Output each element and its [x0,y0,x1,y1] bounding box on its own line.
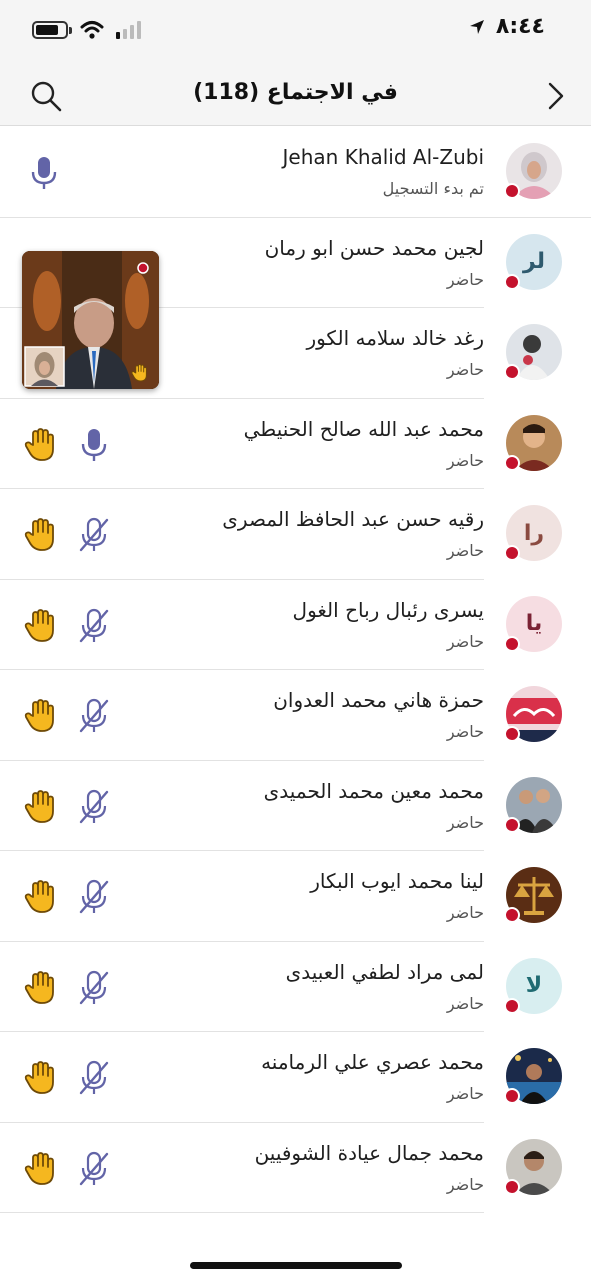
presence-indicator [504,273,520,290]
mic-off-icon[interactable] [78,517,110,553]
participant-row[interactable]: را رقيه حسن عبد الحافظ المصرى حاضر [0,489,591,580]
presence-indicator [504,1088,520,1104]
participant-name: محمد معين محمد الحميدى [263,778,484,803]
participant-row[interactable]: محمد جمال عيادة الشوفيين حاضر [0,1123,591,1213]
call-video-thumbnail[interactable] [22,251,159,389]
mic-off-icon[interactable] [78,698,110,734]
mic-off-icon[interactable] [78,879,110,915]
participant-name: رغد خالد سلامه الكور [306,326,484,350]
participant-status: حاضر [446,541,484,560]
raised-hand-icon [131,364,147,382]
presence-indicator [504,726,520,742]
participant-name: لجين محمد حسن ابو رمان [264,235,484,260]
microphone-icon[interactable] [28,155,60,191]
avatar-initials: را [523,520,545,546]
home-indicator[interactable] [190,1262,402,1269]
participant-status: حاضر [446,993,484,1013]
microphone-icon[interactable] [78,427,110,463]
divider [0,1212,484,1213]
status-bar: ٨:٤٤ [0,0,591,64]
participant-name: لمى مراد لطفي العبيدى [285,959,484,984]
participant-status: حاضر [446,631,484,651]
presence-indicator [504,183,520,199]
presence-indicator [504,364,520,380]
participant-name: رقيه حسن عبد الحافظ المصرى [222,507,484,531]
avatar-initials: يا [525,611,543,636]
participant-row[interactable]: لينا محمد ايوب البكار حاضر [0,851,591,942]
status-icons-left [32,20,141,40]
raised-hand-icon [24,518,54,551]
raised-hand-icon [24,880,54,913]
mic-off-icon[interactable] [78,1151,110,1187]
mic-off-icon[interactable] [78,789,110,825]
participant-row[interactable]: محمد عبد الله صالح الحنيطي حاضر [0,399,591,489]
mic-off-icon[interactable] [78,1060,110,1096]
participant-row[interactable]: Jehan Khalid Al-Zubi تم بدء التسجيل [0,127,591,218]
participant-status: حاضر [446,722,484,741]
mic-off-icon[interactable] [78,970,110,1006]
participant-status: حاضر [446,1174,484,1194]
raised-hand-icon [24,608,54,642]
presence-indicator [504,545,520,561]
participant-name: Jehan Khalid Al-Zubi [282,145,484,169]
raised-hand-icon [24,970,54,1004]
presence-indicator [504,997,520,1014]
chevron-right-icon[interactable] [541,80,571,112]
participant-row[interactable]: محمد معين محمد الحميدى حاضر [0,761,591,851]
participant-status: حاضر [446,269,484,289]
participant-status: حاضر [446,903,484,922]
page-title: في الاجتماع (118) [193,80,398,105]
mic-off-icon[interactable] [78,608,110,644]
raised-hand-icon [24,427,54,461]
participant-status: حاضر [446,812,484,832]
battery-icon [32,21,72,39]
participant-name: محمد عبد الله صالح الحنيطي [243,416,484,441]
participant-status: حاضر [446,1084,484,1103]
cellular-signal-icon [116,21,141,39]
participant-row[interactable]: لا لمى مراد لطفي العبيدى حاضر [0,942,591,1032]
participant-row[interactable]: يا يسرى رئبال رباح الغول حاضر [0,580,591,670]
presence-indicator [504,1178,520,1195]
raised-hand-icon [24,1151,54,1185]
presence-indicator [504,635,520,652]
presence-indicator [504,907,520,923]
presence-indicator [504,454,520,471]
avatar-initials: لا [525,973,543,998]
raised-hand-icon [24,789,54,823]
participant-status: تم بدء التسجيل [382,179,484,198]
location-arrow-icon [469,19,484,34]
participant-status: حاضر [446,360,484,379]
meeting-participants-header: في الاجتماع (118) [0,64,591,126]
status-time: ٨:٤٤ [495,14,545,39]
raised-hand-icon [24,1061,54,1094]
participant-name: لينا محمد ايوب البكار [310,869,484,893]
avatar-initials: لر [523,249,545,274]
participant-name: محمد جمال عيادة الشوفيين [254,1140,484,1165]
participant-name: حمزة هاني محمد العدوان [273,688,484,712]
participant-name: محمد عصري علي الرمامنه [261,1050,484,1074]
status-icons-right: ٨:٤٤ [468,14,545,39]
presence-indicator [504,816,520,833]
participant-row[interactable]: حمزة هاني محمد العدوان حاضر [0,670,591,761]
participant-status: حاضر [446,450,484,470]
wifi-icon [80,21,104,39]
participant-name: يسرى رئبال رباح الغول [292,597,484,622]
raised-hand-icon [24,699,54,732]
participant-row[interactable]: محمد عصري علي الرمامنه حاضر [0,1032,591,1123]
